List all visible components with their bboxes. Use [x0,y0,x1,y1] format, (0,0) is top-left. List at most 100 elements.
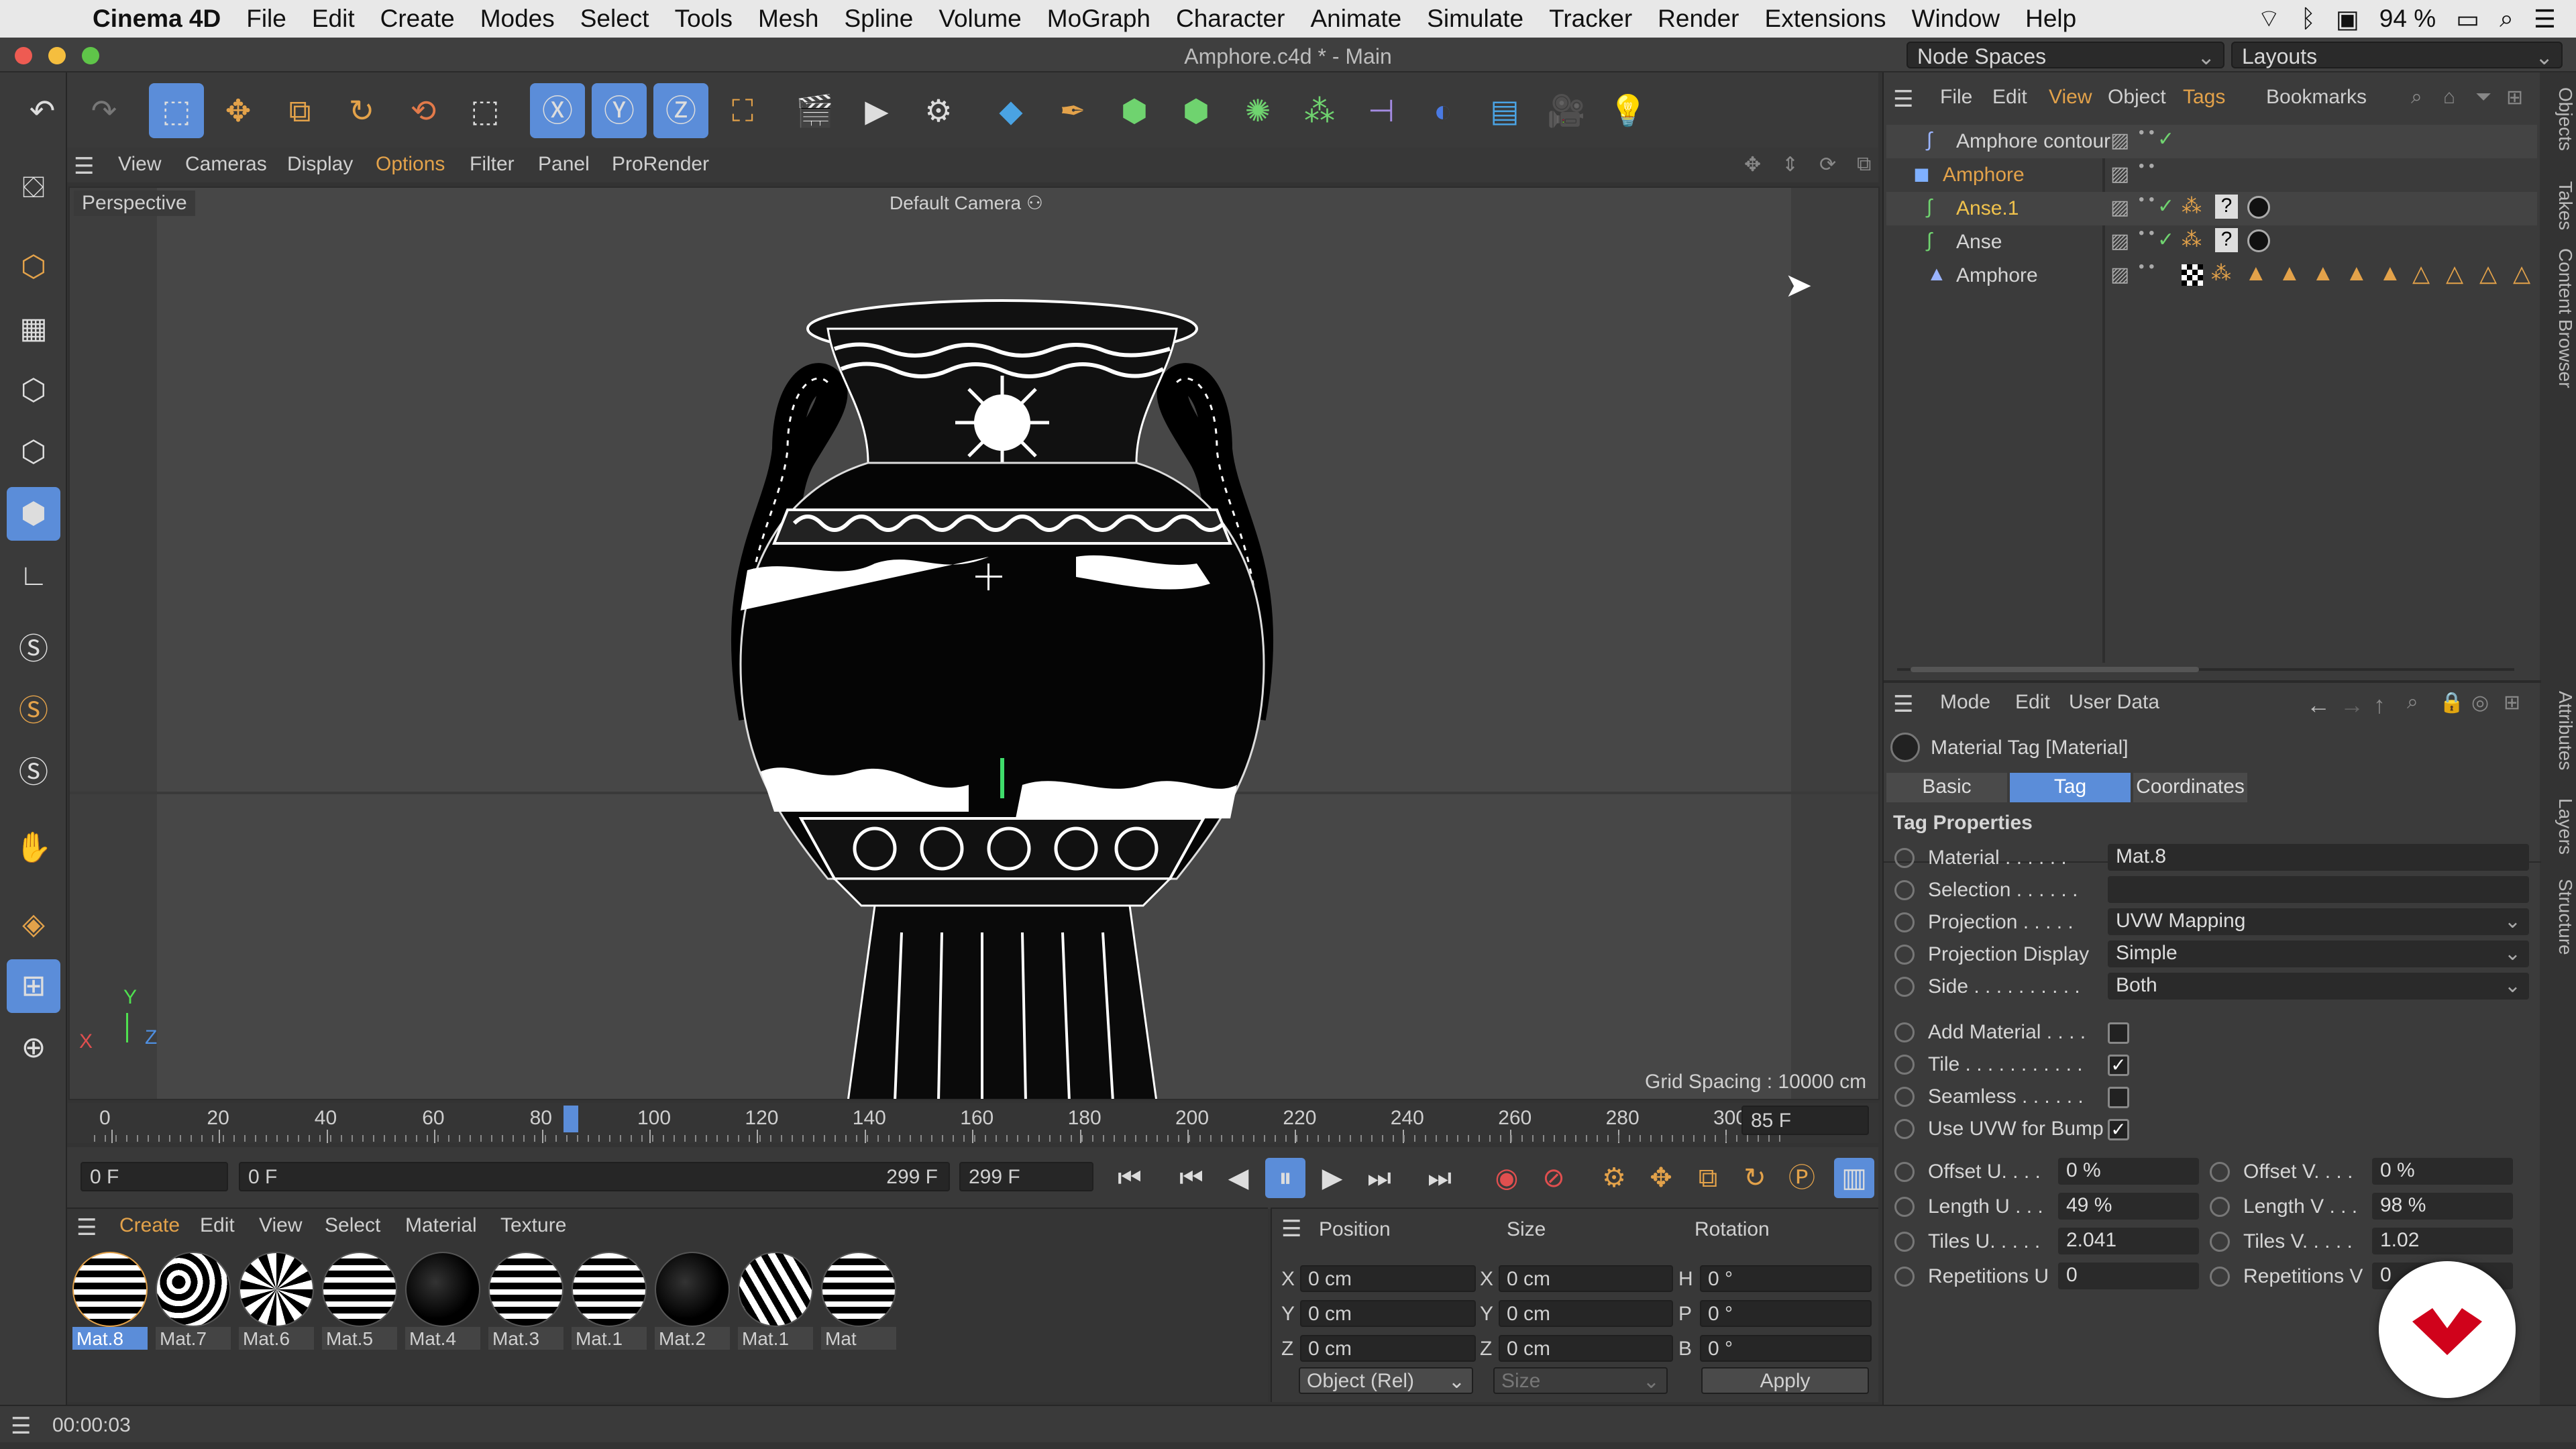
go-to-end-icon[interactable]: ⏭ [1419,1158,1460,1198]
quantize-icon[interactable]: Ⓢ [7,746,60,800]
rotation-field[interactable]: 0 ° [1700,1265,1872,1292]
snap-settings-icon[interactable]: Ⓢ [7,684,60,738]
property-field[interactable]: Both ⌄ [2108,973,2529,1000]
light-icon[interactable]: 💡 [1601,83,1656,138]
animate-property-icon[interactable] [1894,1232,1915,1252]
size-field[interactable]: 0 cm [1499,1265,1673,1292]
wifi-icon[interactable]: ⌔ [2257,3,2281,34]
tweak-icon[interactable]: ✋ [7,821,60,875]
pair-field-right[interactable]: 0 % [2372,1158,2513,1185]
filter-icon[interactable]: ⏷ [2475,86,2491,109]
visibility-dots-icon[interactable]: • • [2139,259,2154,275]
edit-toggle-icon[interactable]: ▨ [2110,229,2129,253]
spotlight-icon[interactable]: ⌕ [2500,5,2514,34]
viewport-menu-display[interactable]: Display [287,153,353,176]
menu-tracker[interactable]: Tracker [1549,5,1632,33]
record-active-icon[interactable]: ◉ [1487,1158,1527,1198]
recent-tools-icon[interactable]: ⟲ [396,83,451,138]
z-axis-lock-icon[interactable]: Ⓩ [653,83,708,138]
x-axis-lock-icon[interactable]: Ⓧ [530,83,585,138]
mograph-icon[interactable]: ⁂ [1292,83,1347,138]
pause-icon[interactable]: ⏸ [1265,1158,1305,1198]
tab-coordinates[interactable]: Coordinates [2133,773,2247,802]
animate-property-icon[interactable] [1894,1162,1915,1182]
menu-extensions[interactable]: Extensions [1765,5,1886,33]
material-menu-edit[interactable]: Edit [200,1214,235,1237]
material-menu-texture[interactable]: Texture [500,1214,566,1237]
animate-property-icon[interactable] [2210,1232,2230,1252]
material-tag-icon[interactable]: △ [2412,260,2430,287]
menu-spline[interactable]: Spline [844,5,913,33]
viewport-orbit-icon[interactable]: ⟳ [1819,153,1836,176]
animate-property-icon[interactable] [2210,1267,2230,1287]
viewport-menu-cameras[interactable]: Cameras [185,153,267,176]
apply-button[interactable]: Apply [1701,1367,1869,1394]
side-tab-attributes[interactable]: Attributes [2542,691,2576,770]
points-mode-icon[interactable]: ⬡ [7,364,60,417]
property-field[interactable] [2108,876,2529,903]
uvw-tag-icon[interactable]: ⁂ [2182,195,2202,218]
timeline-playhead[interactable] [563,1106,578,1132]
previous-frame-icon[interactable]: ◀ [1218,1158,1258,1198]
app-name-menu[interactable]: Cinema 4D [93,5,221,33]
edit-toggle-icon[interactable]: ▨ [2110,263,2129,286]
position-field[interactable]: 0 cm [1300,1265,1476,1292]
size-field[interactable]: 0 cm [1499,1300,1673,1327]
menu-create[interactable]: Create [380,5,455,33]
object-hamburger-icon[interactable]: ☰ [1893,86,1913,113]
edit-toggle-icon[interactable]: ▨ [2110,196,2129,219]
visibility-dots-icon[interactable]: • • [2139,225,2154,241]
menu-simulate[interactable]: Simulate [1427,5,1523,33]
rotation-field[interactable]: 0 ° [1700,1335,1872,1362]
search-icon[interactable]: ⌕ [2411,86,2422,109]
animate-property-icon[interactable] [1894,1087,1915,1107]
material-tag-icon[interactable]: ▲ [2379,260,2402,286]
material-swatch[interactable] [821,1252,896,1327]
menu-animate[interactable]: Animate [1310,5,1401,33]
material-swatch[interactable] [239,1252,314,1327]
animate-property-icon[interactable] [1894,912,1915,932]
minimize-window-button[interactable] [48,47,66,64]
size-mode-dropdown[interactable]: Size ⌄ [1493,1367,1668,1394]
coordinate-system-icon[interactable]: ⛶ [715,83,770,138]
menu-mograph[interactable]: MoGraph [1047,5,1150,33]
menu-volume[interactable]: Volume [938,5,1021,33]
make-editable-icon[interactable]: ⛋ [7,161,60,215]
property-checkbox[interactable] [2108,1022,2129,1044]
subdivision-icon[interactable]: ⬢ [1107,83,1162,138]
attribute-search-icon[interactable]: ⌕ [2407,691,2418,714]
rotate-icon[interactable]: ↻ [334,83,389,138]
viewport-zoom-icon[interactable]: ⇕ [1782,153,1799,176]
coordinate-mode-dropdown[interactable]: Object (Rel) ⌄ [1299,1367,1473,1394]
menu-character[interactable]: Character [1176,5,1285,33]
object-row[interactable]: ◼ Amphore ▨ • • [1886,158,2537,192]
material-tag-icon[interactable]: ▲ [2345,260,2368,286]
material-tag-icon[interactable] [2247,196,2270,219]
uvw-tag-icon[interactable]: ⁂ [2182,228,2202,252]
position-field[interactable]: 0 cm [1300,1300,1476,1327]
field-icon[interactable]: ◐ [1415,83,1470,138]
uvw-tag-icon[interactable]: ⁂ [2211,262,2231,285]
pen-spline-icon[interactable]: ✒ [1045,83,1100,138]
cube-icon[interactable]: ◆ [983,83,1038,138]
edit-toggle-icon[interactable]: ▨ [2110,162,2129,186]
render-view-icon[interactable]: 🎬 [788,83,843,138]
up-arrow-icon[interactable]: ↑ [2373,691,2385,719]
enabled-check-icon[interactable]: ✓ [2157,195,2174,218]
side-tab-takes[interactable]: Takes [2542,181,2576,230]
enabled-check-icon[interactable]: ✓ [2157,228,2174,252]
forward-arrow-icon[interactable]: → [2340,691,2364,719]
material-menu-select[interactable]: Select [325,1214,380,1237]
menu-mesh[interactable]: Mesh [758,5,818,33]
side-tab-layers[interactable]: Layers [2542,798,2576,855]
object-row[interactable]: ∫ Anse.1 ▨ • • ✓ ⁂? [1886,192,2537,225]
menu-tools[interactable]: Tools [675,5,733,33]
object-scrollbar[interactable] [1897,663,2521,676]
tab-basic[interactable]: Basic [1886,773,2007,802]
visibility-dots-icon[interactable]: • • [2139,192,2154,208]
viewport-hamburger-icon[interactable]: ☰ [74,153,94,180]
object-menu-view[interactable]: View [2049,86,2092,109]
pair-field-left[interactable]: 2.041 [2058,1228,2199,1254]
render-settings-icon[interactable]: ⚙ [911,83,966,138]
viewport-menu-filter[interactable]: Filter [470,153,515,176]
